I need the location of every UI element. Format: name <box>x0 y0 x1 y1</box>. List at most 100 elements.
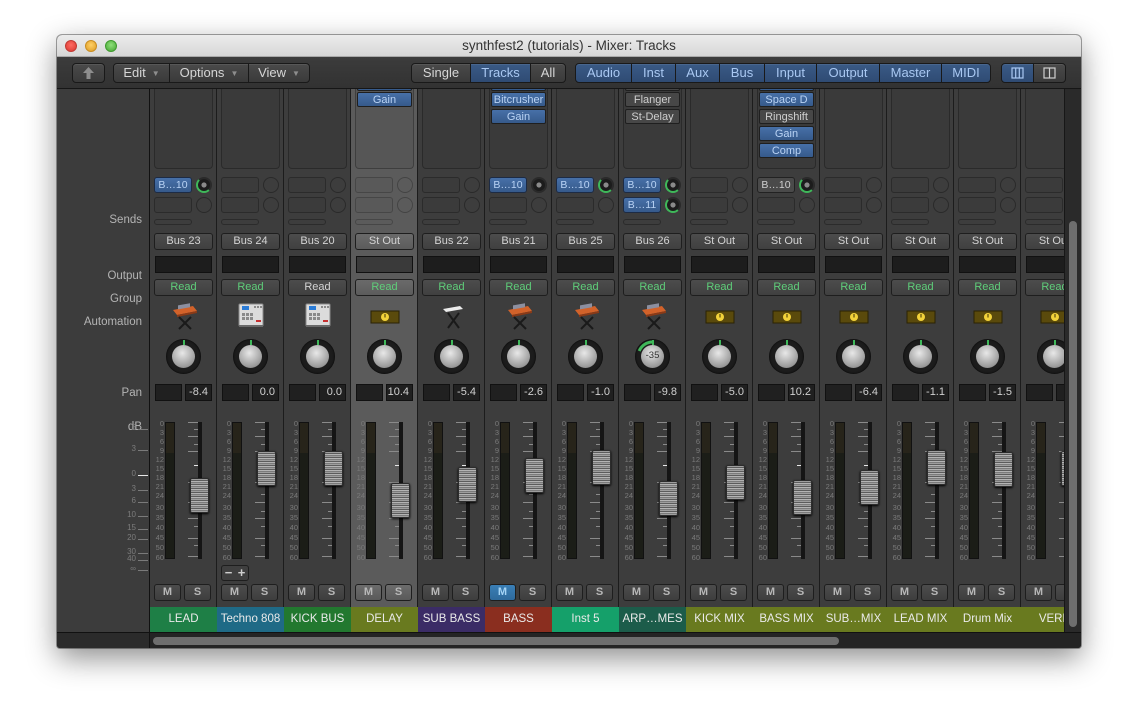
output-selector[interactable]: St Out <box>824 233 883 250</box>
send-level-knob-empty[interactable] <box>531 197 547 213</box>
send-slot-empty[interactable] <box>422 197 460 213</box>
channel-strip[interactable]: Gain St Out Read 10.4 0 3 6 9 12 15 18 21 24 30 35 40 4… <box>351 89 418 632</box>
volume-fader[interactable] <box>458 466 477 502</box>
send-slot[interactable]: B…11 <box>623 197 661 213</box>
solo-button[interactable]: S <box>251 584 278 601</box>
automation-mode-button[interactable]: Read <box>623 279 682 296</box>
send-level-knob-empty[interactable] <box>464 177 480 193</box>
group-slot[interactable] <box>557 256 614 273</box>
pan-knob[interactable] <box>233 339 268 374</box>
volume-fader[interactable] <box>793 480 812 516</box>
track-name[interactable]: BASS <box>485 607 552 632</box>
track-name[interactable]: SUB BASS <box>418 607 485 632</box>
output-selector[interactable]: Bus 22 <box>422 233 481 250</box>
track-name[interactable]: LEAD <box>150 607 217 632</box>
volume-db-display[interactable]: -5.0 <box>721 384 748 401</box>
send-slot[interactable]: B…10 <box>489 177 527 193</box>
send-slot-empty[interactable] <box>221 177 259 193</box>
output-selector[interactable]: St Out <box>690 233 749 250</box>
plugin-slot-partial[interactable] <box>759 89 814 91</box>
plugin-slot[interactable]: St-Delay <box>625 109 680 124</box>
send-slot-more[interactable] <box>824 219 862 225</box>
plugin-slot[interactable]: Space D <box>759 92 814 107</box>
send-level-knob[interactable] <box>196 177 212 193</box>
pan-knob[interactable] <box>568 339 603 374</box>
group-slot[interactable] <box>825 256 882 273</box>
plugin-slot[interactable]: Ringshift <box>759 109 814 124</box>
plugin-slot[interactable]: Comp <box>759 143 814 158</box>
send-slot-empty[interactable] <box>891 197 929 213</box>
pan-knob[interactable] <box>1037 339 1064 374</box>
track-icon-area[interactable] <box>619 299 686 335</box>
send-level-knob-empty[interactable] <box>933 197 949 213</box>
group-slot[interactable] <box>1026 256 1064 273</box>
filter-aux[interactable]: Aux <box>675 63 720 83</box>
plugin-slot-partial[interactable] <box>491 89 546 91</box>
volume-fader[interactable] <box>592 449 611 485</box>
pan-knob[interactable] <box>702 339 737 374</box>
group-slot[interactable] <box>624 256 681 273</box>
group-slot[interactable] <box>959 256 1016 273</box>
view-mode-tracks[interactable]: Tracks <box>470 63 531 83</box>
track-name[interactable]: KICK BUS <box>284 607 351 632</box>
solo-button[interactable]: S <box>385 584 412 601</box>
horizontal-scrollbar[interactable] <box>57 632 1081 648</box>
track-icon-area[interactable] <box>284 299 351 335</box>
output-selector[interactable]: St Out <box>891 233 950 250</box>
group-slot[interactable] <box>289 256 346 273</box>
mute-button[interactable]: M <box>355 584 382 601</box>
group-slot[interactable] <box>356 256 413 273</box>
volume-db-display[interactable]: -1.5 <box>989 384 1016 401</box>
pan-knob[interactable] <box>836 339 871 374</box>
mute-button[interactable]: M <box>556 584 583 601</box>
volume-db-display[interactable]: -5.4 <box>453 384 480 401</box>
output-selector[interactable]: Bus 20 <box>288 233 347 250</box>
track-name[interactable]: Drum Mix <box>954 607 1021 632</box>
send-slot-empty[interactable] <box>1025 197 1063 213</box>
automation-mode-button[interactable]: Read <box>958 279 1017 296</box>
solo-button[interactable]: S <box>318 584 345 601</box>
audio-fx-slots[interactable] <box>824 89 883 169</box>
send-level-knob-empty[interactable] <box>866 197 882 213</box>
output-selector[interactable]: Bus 26 <box>623 233 682 250</box>
track-name[interactable]: Techno 808 <box>217 607 284 632</box>
track-icon-area[interactable] <box>887 299 954 335</box>
mute-button[interactable]: M <box>422 584 449 601</box>
send-level-knob-empty[interactable] <box>397 197 413 213</box>
automation-mode-button[interactable]: Read <box>556 279 615 296</box>
send-slot-more[interactable] <box>757 219 795 225</box>
send-slot-more[interactable] <box>623 219 661 225</box>
mute-button[interactable]: M <box>288 584 315 601</box>
audio-fx-slots[interactable] <box>1025 89 1064 169</box>
track-name[interactable]: LEAD MIX <box>887 607 954 632</box>
audio-fx-slots[interactable] <box>221 89 280 169</box>
filter-master[interactable]: Master <box>879 63 942 83</box>
output-selector[interactable]: St Out <box>757 233 816 250</box>
channel-strip[interactable]: St OutRead 003691215182124303540455060MS… <box>1021 89 1064 632</box>
send-slot-more[interactable] <box>154 219 192 225</box>
channel-strip[interactable]: Bus 20 Read 0.0 0 3 6 9 12 15 18 21 24 30 35 40 45 50 60… <box>284 89 351 632</box>
group-slot[interactable] <box>758 256 815 273</box>
audio-fx-slots[interactable]: Space D Ringshift Gain Comp <box>757 89 816 169</box>
channel-strip[interactable]: Bus 24 Read 0.0 0 3 6 9 12 15 18 21 24 30 35 40 45 50 60… <box>217 89 284 632</box>
send-level-knob[interactable] <box>598 177 614 193</box>
horizontal-scroll-thumb[interactable] <box>153 637 839 645</box>
audio-fx-slots[interactable]: Gain <box>355 89 414 169</box>
vertical-scroll-thumb[interactable] <box>1069 221 1077 627</box>
plugin-slot[interactable]: Gain <box>759 126 814 141</box>
group-slot[interactable] <box>155 256 212 273</box>
narrow-channels-button[interactable] <box>1033 63 1066 83</box>
volume-fader[interactable] <box>726 464 745 500</box>
send-slot-empty[interactable] <box>891 177 929 193</box>
audio-fx-slots[interactable] <box>690 89 749 169</box>
solo-button[interactable]: S <box>988 584 1015 601</box>
automation-mode-button[interactable]: Read <box>221 279 280 296</box>
channel-strip[interactable]: Flanger St-Delay B…10 B…11 Bus 26 Read -35 -9.… <box>619 89 686 632</box>
send-slot-empty[interactable] <box>288 177 326 193</box>
send-level-knob-empty[interactable] <box>330 177 346 193</box>
group-slot[interactable] <box>490 256 547 273</box>
mute-button[interactable]: M <box>824 584 851 601</box>
volume-fader[interactable] <box>190 478 209 514</box>
send-slot-empty[interactable] <box>690 197 728 213</box>
volume-db-display[interactable]: -1.0 <box>587 384 614 401</box>
